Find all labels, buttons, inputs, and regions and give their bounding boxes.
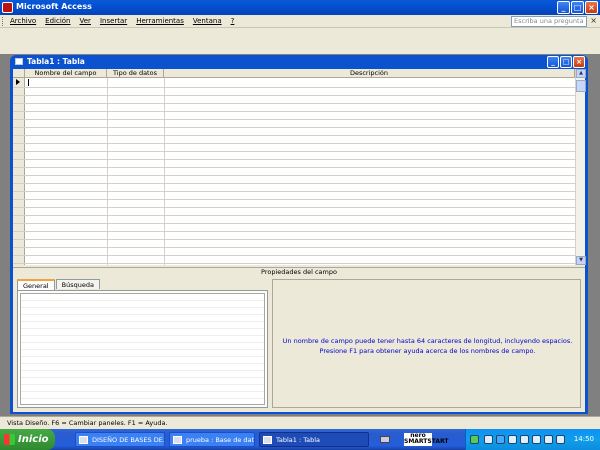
grid-row[interactable]: [13, 175, 575, 176]
grid-row[interactable]: [13, 199, 575, 200]
grid-row[interactable]: [13, 191, 575, 192]
menu-archivo[interactable]: Archivo: [10, 17, 36, 25]
close-document-icon[interactable]: ×: [590, 16, 597, 25]
grid-row[interactable]: [13, 159, 575, 160]
nero-smartstart-icon[interactable]: nero SMARTSTART: [404, 433, 448, 446]
grid-row[interactable]: [13, 151, 575, 152]
menu-help[interactable]: ?: [231, 17, 235, 25]
grid-row[interactable]: [13, 95, 575, 96]
database-icon: [173, 436, 182, 444]
scroll-up-icon[interactable]: ▲: [576, 69, 586, 78]
current-row-arrow-icon: [16, 79, 20, 85]
tray-arrow-icon[interactable]: [470, 435, 479, 444]
table-design-window: Tabla1 : Tabla _ □ × Nombre del campo Ti…: [10, 55, 588, 414]
status-bar: Vista Diseño. F6 = Cambiar paneles. F1 =…: [0, 416, 600, 429]
menu-grip-icon[interactable]: [2, 17, 5, 26]
start-label: Inicio: [18, 434, 49, 445]
tab-general[interactable]: General: [17, 279, 55, 290]
grid-row[interactable]: [13, 143, 575, 144]
menu-insertar[interactable]: Insertar: [100, 17, 127, 25]
app-maximize-button[interactable]: □: [571, 1, 584, 14]
menu-edicion[interactable]: Edición: [45, 17, 70, 25]
task-label: DISEÑO DE BASES DE...: [92, 436, 165, 444]
grid-row[interactable]: [13, 111, 575, 112]
app-title: Microsoft Access: [16, 2, 92, 11]
properties-list[interactable]: [20, 293, 265, 405]
grid-row[interactable]: [13, 207, 575, 208]
network-icon[interactable]: [520, 435, 529, 444]
property-help-text: Un nombre de campo puede tener hasta 64 …: [282, 337, 573, 355]
windows-taskbar: Inicio DISEÑO DE BASES DE... prueba : Ba…: [0, 429, 600, 450]
child-title-bar[interactable]: Tabla1 : Tabla _ □ ×: [10, 55, 588, 69]
field-properties-label: Propiedades del campo: [13, 267, 585, 276]
grid-row[interactable]: [13, 223, 575, 224]
toolbar-area: [0, 29, 600, 54]
table-icon: [263, 436, 272, 444]
child-title: Tabla1 : Tabla: [27, 57, 85, 66]
task-label: Tabla1 : Tabla: [276, 436, 321, 444]
app-title-bar[interactable]: Microsoft Access _ □ ×: [0, 0, 600, 15]
grid-row[interactable]: [13, 183, 575, 184]
table-icon[interactable]: [15, 58, 23, 65]
grid-row[interactable]: [13, 263, 575, 264]
column-header-field-name: Nombre del campo: [25, 69, 107, 78]
grid-row[interactable]: [13, 167, 575, 168]
scroll-down-icon[interactable]: ▼: [576, 256, 586, 265]
tray-app-icon[interactable]: [532, 435, 541, 444]
property-help-panel: Un nombre de campo puede tener hasta 64 …: [272, 279, 581, 408]
tray-chevron-icon[interactable]: [484, 435, 493, 444]
menu-ver[interactable]: Ver: [80, 17, 91, 25]
app-close-button[interactable]: ×: [585, 1, 598, 14]
tray-app-icon[interactable]: [508, 435, 517, 444]
task-label: prueba : Base de dat...: [186, 436, 255, 444]
grid-row[interactable]: [13, 119, 575, 120]
row-selector-column[interactable]: [13, 78, 25, 265]
grid-row[interactable]: [13, 247, 575, 248]
grid-row[interactable]: [13, 87, 575, 88]
text-cursor: [28, 79, 29, 86]
start-button[interactable]: Inicio: [0, 429, 55, 450]
menu-herramientas[interactable]: Herramientas: [136, 17, 184, 25]
grid-vline: [164, 78, 165, 265]
child-minimize-button[interactable]: _: [547, 56, 559, 68]
menu-ventana[interactable]: Ventana: [193, 17, 222, 25]
access-app-icon[interactable]: [2, 2, 13, 13]
keyboard-icon[interactable]: [380, 436, 390, 443]
grid-row[interactable]: [13, 239, 575, 240]
ask-question-input[interactable]: Escriba una pregunta: [511, 16, 587, 27]
app-minimize-button[interactable]: _: [557, 1, 570, 14]
child-restore-button[interactable]: □: [560, 56, 572, 68]
child-close-button[interactable]: ×: [573, 56, 585, 68]
grid-vertical-scrollbar[interactable]: ▲ ▼: [575, 69, 586, 265]
task-tabla1[interactable]: Tabla1 : Tabla: [259, 432, 369, 447]
task-prueba-database[interactable]: prueba : Base de dat...: [169, 432, 255, 447]
grid-row[interactable]: [13, 255, 575, 256]
grid-row[interactable]: [13, 231, 575, 232]
tab-busqueda[interactable]: Búsqueda: [55, 279, 100, 289]
grid-row[interactable]: [13, 215, 575, 216]
ie-icon[interactable]: [496, 435, 505, 444]
windows-logo-icon: [4, 434, 15, 445]
grid-vline: [107, 78, 108, 265]
menu-bar: Archivo Edición Ver Insertar Herramienta…: [0, 15, 600, 28]
grid-row[interactable]: [13, 103, 575, 104]
volume-icon[interactable]: [544, 435, 553, 444]
clock: 14:50: [573, 435, 594, 443]
general-properties-panel: [17, 290, 268, 408]
grid-row[interactable]: [13, 135, 575, 136]
column-header-data-type: Tipo de datos: [107, 69, 164, 78]
system-tray: 14:50: [465, 429, 600, 450]
task-diseno-bases[interactable]: DISEÑO DE BASES DE...: [75, 432, 165, 447]
column-header-description: Descripción: [164, 69, 575, 78]
word-doc-icon: [79, 436, 88, 444]
grid-corner: [13, 69, 25, 78]
field-design-grid: Nombre del campo Tipo de datos Descripci…: [13, 69, 575, 265]
grid-row[interactable]: [13, 127, 575, 128]
tray-app-icon[interactable]: [556, 435, 565, 444]
scroll-thumb[interactable]: [576, 80, 586, 92]
